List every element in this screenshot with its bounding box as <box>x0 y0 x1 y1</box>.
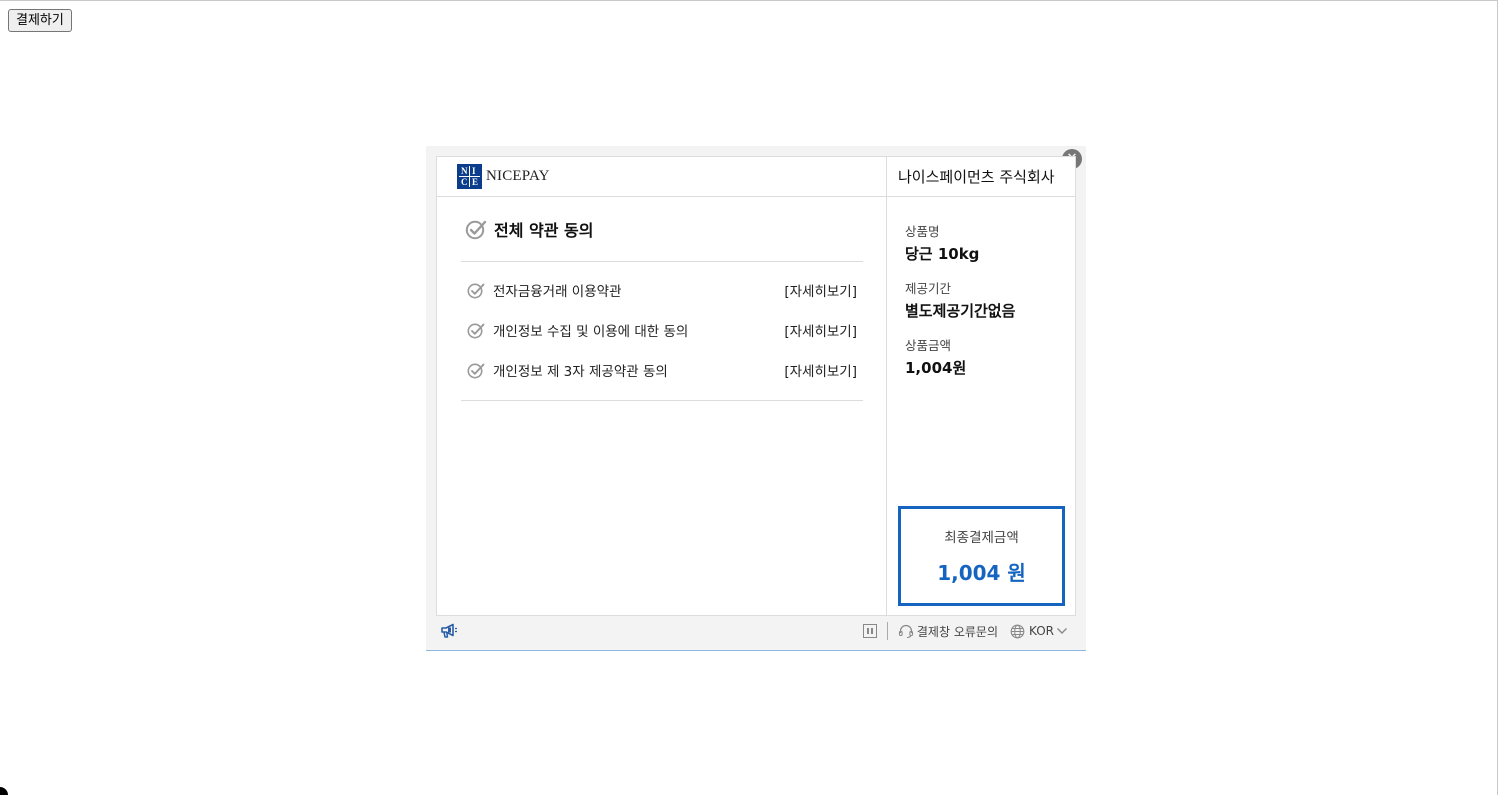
logo-text: NICEPAY <box>486 168 550 184</box>
footer-actions: 결제창 오류문의 KOR <box>862 621 1068 641</box>
term-label[interactable]: 개인정보 수집 및 이용에 대한 동의 <box>493 320 688 340</box>
order-summary-pane: 나이스페이먼츠 주식회사 상품명 당근 10kg 제공기간 별도제공기간없음 상… <box>887 157 1075 615</box>
term-detail-link[interactable]: [자세히보기] <box>784 280 857 300</box>
check-circle-icon <box>465 218 487 240</box>
terms-list: 전자금융거래 이용약관 [자세히보기] 개인정보 수집 및 이용에 대한 동의 <box>461 262 863 401</box>
globe-icon <box>1010 624 1025 638</box>
price-value: 1,004원 <box>905 359 967 377</box>
total-amount-box: 최종결제금액 1,004 원 <box>898 506 1065 606</box>
check-circle-icon <box>467 281 485 299</box>
term-item[interactable]: 전자금융거래 이용약관 [자세히보기] <box>461 270 863 310</box>
all-agree-label: 전체 약관 동의 <box>494 221 594 240</box>
all-agree-checkbox[interactable]: 전체 약관 동의 <box>461 197 863 262</box>
divider <box>886 622 888 640</box>
period-value: 별도제공기간없음 <box>905 302 1016 320</box>
check-circle-icon <box>467 361 485 379</box>
term-detail-link[interactable]: [자세히보기] <box>784 360 857 380</box>
term-item[interactable]: 개인정보 제 3자 제공약관 동의 [자세히보기] <box>461 350 863 390</box>
merchant-header: 나이스페이먼츠 주식회사 <box>887 157 1075 197</box>
terms-pane: N I C E NICEPAY 전체 약관 동의 전자금융거래 이용약관 [자세… <box>437 157 887 615</box>
brand-header: N I C E NICEPAY <box>437 157 886 197</box>
product-info: 상품명 당근 10kg 제공기간 별도제공기간없음 상품금액 1,004원 <box>887 197 1075 378</box>
total-value: 1,004 원 <box>937 561 1026 585</box>
pause-icon[interactable] <box>862 624 877 638</box>
product-name-label: 상품명 <box>905 224 940 239</box>
headset-icon <box>898 624 913 639</box>
chevron-down-icon <box>1057 628 1067 634</box>
term-label[interactable]: 개인정보 제 3자 제공약관 동의 <box>493 360 668 380</box>
product-name-value: 당근 10kg <box>905 245 980 263</box>
period-label: 제공기간 <box>905 281 952 296</box>
modal-body: N I C E NICEPAY 전체 약관 동의 전자금융거래 이용약관 [자세… <box>436 156 1076 616</box>
page: 결제하기 ✕ N I C E NICEPAY <box>0 0 1498 795</box>
nice-logo-mark-icon: N I C E <box>457 164 482 189</box>
price-label: 상품금액 <box>905 338 952 353</box>
term-detail-link[interactable]: [자세히보기] <box>784 320 857 340</box>
term-item[interactable]: 개인정보 수집 및 이용에 대한 동의 [자세히보기] <box>461 310 863 350</box>
payment-modal: ✕ N I C E NICEPAY <box>426 146 1086 651</box>
modal-footer: 결제창 오류문의 KOR <box>436 616 1076 646</box>
error-inquiry-link[interactable]: 결제창 오류문의 <box>898 623 998 640</box>
language-label: KOR <box>1029 624 1054 638</box>
term-label[interactable]: 전자금융거래 이용약관 <box>493 280 622 300</box>
window-corner <box>0 787 8 795</box>
megaphone-icon[interactable] <box>440 623 458 639</box>
language-selector[interactable]: KOR <box>1010 624 1068 639</box>
error-inquiry-label: 결제창 오류문의 <box>916 624 998 639</box>
check-circle-icon <box>467 321 485 339</box>
merchant-name: 나이스페이먼츠 주식회사 <box>898 168 1055 186</box>
terms-section: 전체 약관 동의 전자금융거래 이용약관 [자세히보기] 개인정보 수집 및 이… <box>461 197 863 401</box>
pay-button[interactable]: 결제하기 <box>8 9 72 32</box>
nicepay-logo: N I C E NICEPAY <box>457 164 550 189</box>
total-label: 최종결제금액 <box>944 530 1019 546</box>
